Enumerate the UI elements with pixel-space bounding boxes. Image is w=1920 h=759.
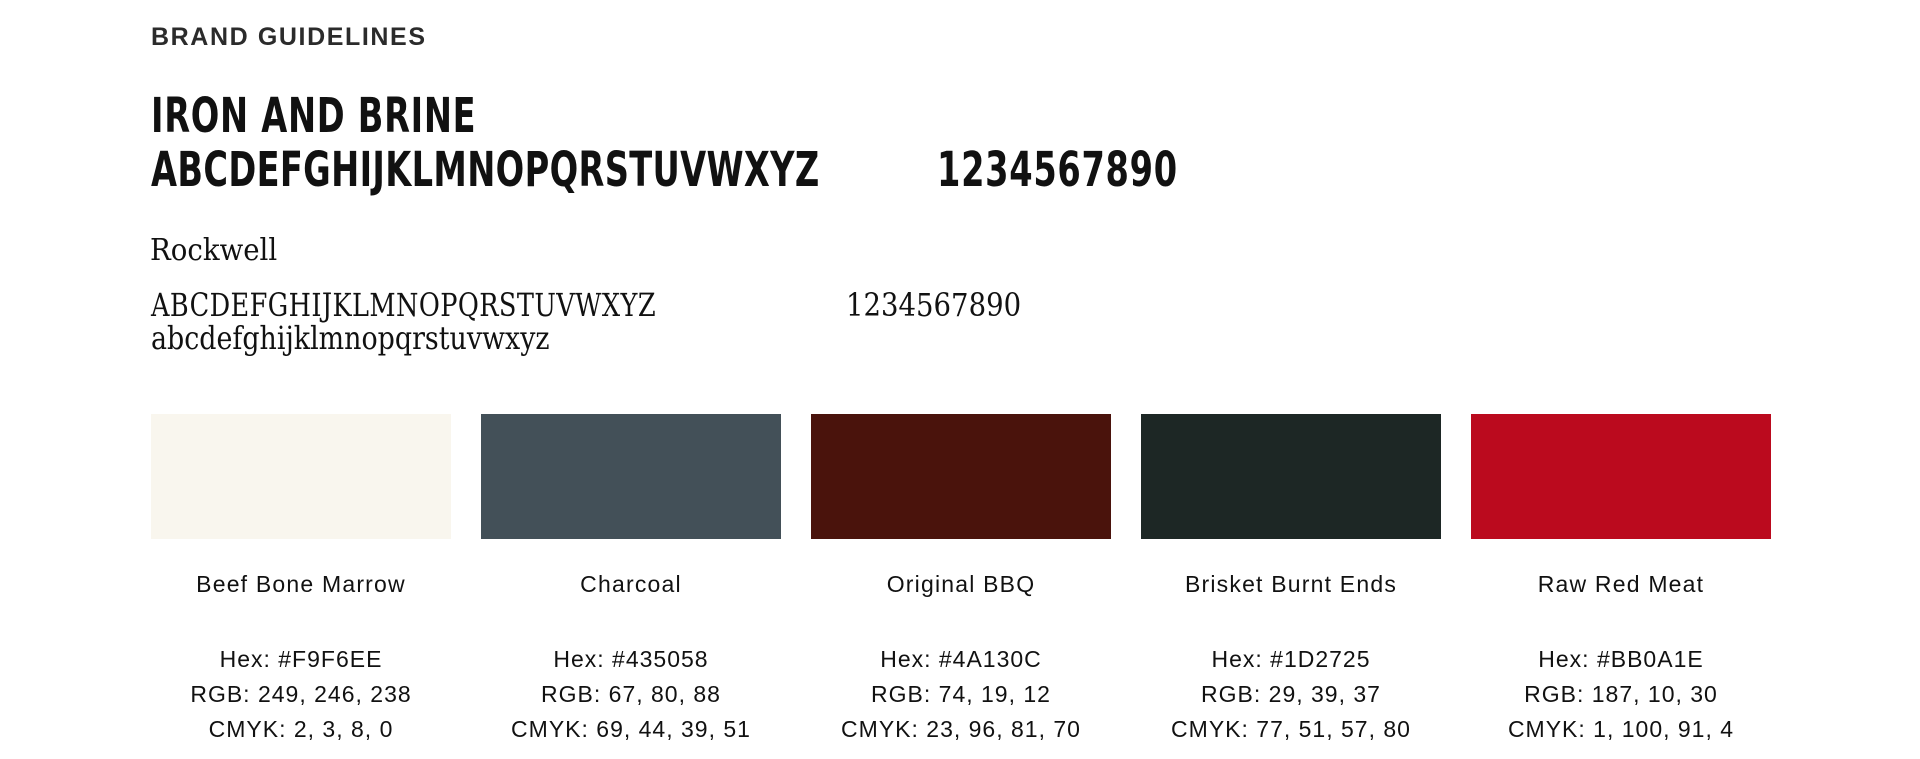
secondary-font-lowercase: abcdefghijklmnopqrstuvwxyz — [151, 319, 550, 357]
palette-item: Beef Bone Marrow Hex: #F9F6EE RGB: 249, … — [151, 414, 451, 747]
color-rgb: RGB: 187, 10, 30 — [1524, 681, 1718, 707]
color-cmyk: CMYK: 2, 3, 8, 0 — [208, 716, 394, 742]
color-swatch — [151, 414, 451, 539]
color-values: Hex: #1D2725 RGB: 29, 39, 37 CMYK: 77, 5… — [1171, 642, 1411, 747]
brand-name-specimen: IRON AND BRINE — [151, 88, 477, 144]
palette-item: Brisket Burnt Ends Hex: #1D2725 RGB: 29,… — [1141, 414, 1441, 747]
color-rgb: RGB: 29, 39, 37 — [1201, 681, 1381, 707]
color-values: Hex: #F9F6EE RGB: 249, 246, 238 CMYK: 2,… — [190, 642, 411, 747]
color-hex: Hex: #BB0A1E — [1538, 646, 1704, 672]
color-rgb: RGB: 67, 80, 88 — [541, 681, 721, 707]
color-swatch — [481, 414, 781, 539]
color-cmyk: CMYK: 77, 51, 57, 80 — [1171, 716, 1411, 742]
color-swatch — [1141, 414, 1441, 539]
palette-item: Original BBQ Hex: #4A130C RGB: 74, 19, 1… — [811, 414, 1111, 747]
palette-item: Charcoal Hex: #435058 RGB: 67, 80, 88 CM… — [481, 414, 781, 747]
color-cmyk: CMYK: 23, 96, 81, 70 — [841, 716, 1081, 742]
color-rgb: RGB: 249, 246, 238 — [190, 681, 412, 707]
secondary-font-name: Rockwell — [150, 233, 278, 268]
color-swatch — [1471, 414, 1771, 539]
display-font-alphabet: ABCDEFGHIJKLMNOPQRSTUVWXYZ — [151, 142, 820, 198]
color-values: Hex: #BB0A1E RGB: 187, 10, 30 CMYK: 1, 1… — [1508, 642, 1734, 747]
color-hex: Hex: #435058 — [553, 646, 709, 672]
section-heading: BRAND GUIDELINES — [151, 23, 427, 51]
color-rgb: RGB: 74, 19, 12 — [871, 681, 1051, 707]
color-name: Original BBQ — [886, 571, 1036, 597]
color-name: Charcoal — [580, 571, 682, 597]
color-hex: Hex: #1D2725 — [1211, 646, 1371, 672]
color-palette: Beef Bone Marrow Hex: #F9F6EE RGB: 249, … — [151, 414, 1771, 747]
color-hex: Hex: #4A130C — [880, 646, 1042, 672]
color-swatch — [811, 414, 1111, 539]
palette-item: Raw Red Meat Hex: #BB0A1E RGB: 187, 10, … — [1471, 414, 1771, 747]
color-cmyk: CMYK: 1, 100, 91, 4 — [1507, 716, 1735, 742]
display-font-digits: 1234567890 — [937, 142, 1178, 198]
color-name: Brisket Burnt Ends — [1184, 571, 1398, 597]
secondary-font-uppercase: ABCDEFGHIJKLMNOPQRSTUVWXYZ — [151, 286, 656, 324]
color-hex: Hex: #F9F6EE — [219, 646, 383, 672]
color-values: Hex: #435058 RGB: 67, 80, 88 CMYK: 69, 4… — [511, 642, 751, 747]
color-values: Hex: #4A130C RGB: 74, 19, 12 CMYK: 23, 9… — [841, 642, 1081, 747]
color-cmyk: CMYK: 69, 44, 39, 51 — [511, 716, 751, 742]
secondary-font-digits: 1234567890 — [846, 286, 1022, 324]
color-name: Raw Red Meat — [1537, 571, 1705, 597]
color-name: Beef Bone Marrow — [196, 571, 406, 597]
